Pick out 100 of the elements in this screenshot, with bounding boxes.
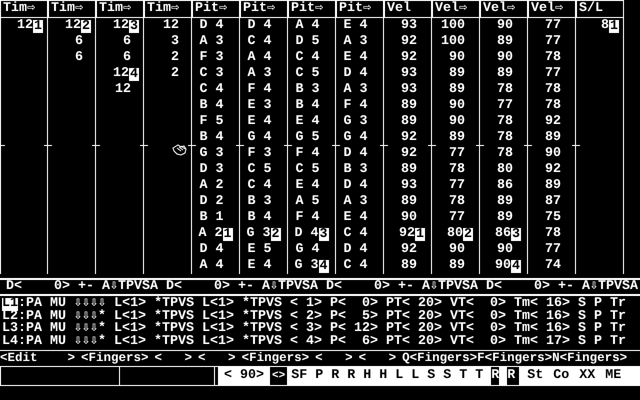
table-cell: 90 [449, 50, 465, 66]
table-cell: 89 [449, 82, 465, 98]
table-cell: 90 [497, 18, 513, 34]
table-cell: D 4 [344, 146, 368, 162]
menu-item[interactable]: < > [315, 351, 353, 364]
column-header[interactable]: Vel⇨ [480, 0, 528, 18]
table-cell: 89 [401, 258, 417, 274]
table-cell: A 4 [296, 18, 320, 34]
table-cell: 90 [545, 146, 561, 162]
table-cell: F 3 [200, 50, 224, 66]
table-cell: 89 [401, 194, 417, 210]
toggle-button[interactable]: <> [270, 367, 288, 385]
table-cell: 100 [441, 18, 465, 34]
table-cell: 90 [449, 114, 465, 130]
mode-button[interactable]: XX [579, 367, 596, 385]
menu-item[interactable]: <Fingers> [242, 351, 310, 364]
tempo-field[interactable]: < 90> [218, 367, 270, 385]
column-header[interactable]: S/L [576, 0, 624, 18]
table-cell: G 3 [344, 114, 368, 130]
mode-button[interactable]: St [527, 367, 544, 385]
column-header[interactable]: Tim⇨ [96, 0, 144, 18]
table-cell: 77 [545, 242, 561, 258]
table-cell: 74 [545, 258, 561, 274]
table-cell: 6 [75, 34, 83, 50]
table-cell: B 3 [296, 82, 320, 98]
mode-button[interactable]: Co [553, 367, 570, 385]
flag-toggle[interactable]: R [491, 367, 500, 385]
table-cell: E 3 [248, 98, 272, 114]
table-cell: 77 [545, 66, 561, 82]
layer-label[interactable]: L3 [2, 323, 18, 336]
table-cell: E 5 [248, 242, 272, 258]
hand-pointer-icon [172, 143, 188, 157]
marker-badge: 2 [270, 228, 280, 240]
column-header[interactable]: Tim⇨ [144, 0, 192, 18]
layer-label[interactable]: L4 [2, 336, 18, 348]
table-cell: 78 [449, 194, 465, 210]
table-cell: 90 [401, 210, 417, 226]
table-cell: 90 [449, 98, 465, 114]
table-cell: B 3 [344, 162, 368, 178]
table-cell: C 5 [296, 162, 320, 178]
marker-badge: 1 [222, 228, 232, 240]
table-cell: E 4 [296, 178, 320, 194]
channel-header: D< 0> +- A⇩TPVSA [485, 280, 639, 294]
table-cell: D 4 [294, 226, 318, 242]
column-header[interactable]: Tim⇨ [0, 0, 48, 18]
layer-label[interactable]: L1 [2, 298, 18, 310]
column-header[interactable]: Tim⇨ [48, 0, 96, 18]
table-cell: 77 [449, 146, 465, 162]
column-header[interactable]: Vel⇨ [432, 0, 480, 18]
channel-header: D< 0> +- A⇩TPVSA [165, 280, 319, 294]
channel-header: D< 0> +- A⇩TPVSA [5, 280, 159, 294]
table-cell: 89 [449, 258, 465, 274]
table-cell: 75 [545, 210, 561, 226]
marker-badge: 3 [511, 228, 521, 240]
menu-item[interactable]: N<Fingers> [552, 351, 628, 364]
marker-badge: 2 [81, 20, 91, 32]
menu-item[interactable]: F<Fingers> [477, 351, 552, 364]
table-cell: 89 [497, 194, 513, 210]
table-cell: 89 [497, 34, 513, 50]
menu-item[interactable]: <Edit > [0, 351, 76, 364]
table-cell: C 5 [248, 162, 272, 178]
column-header[interactable]: Pit⇨ [288, 0, 336, 18]
table-cell: E 4 [248, 258, 272, 274]
column-header[interactable]: Pit⇨ [192, 0, 240, 18]
table-cell: 89 [401, 114, 417, 130]
mode-button[interactable]: ME [605, 367, 622, 385]
table-cell: B 4 [200, 98, 224, 114]
table-cell: 92 [401, 146, 417, 162]
table-cell: 90 [497, 50, 513, 66]
table-cell: 100 [441, 34, 465, 50]
table-cell: 92 [399, 226, 415, 242]
column-header[interactable]: Vel [384, 0, 432, 18]
table-cell: E 4 [344, 18, 368, 34]
table-cell: 12 [115, 82, 131, 98]
menu-item[interactable]: < > [358, 351, 396, 364]
table-cell: A 5 [296, 194, 320, 210]
table-cell: 92 [545, 114, 561, 130]
menu-item[interactable]: Q<Fingers> [402, 351, 478, 364]
menu-item[interactable]: < > [154, 351, 192, 364]
flag-toggle[interactable]: R [507, 367, 516, 385]
menu-item[interactable]: <Fingers> [81, 351, 149, 364]
table-cell: A 3 [248, 66, 272, 82]
table-cell: D 4 [344, 242, 368, 258]
table-cell: A 3 [344, 34, 368, 50]
table-cell: 12 [113, 18, 129, 34]
table-cell: 92 [401, 34, 417, 50]
column-header[interactable]: Pit⇨ [336, 0, 384, 18]
table-cell: G 3 [294, 258, 318, 274]
column-header[interactable]: Vel⇨ [528, 0, 576, 18]
column-header[interactable]: Pit⇨ [240, 0, 288, 18]
table-cell: 93 [401, 82, 417, 98]
table-cell: 89 [497, 210, 513, 226]
table-cell: D 4 [200, 242, 224, 258]
table-cell: 6 [123, 34, 131, 50]
table-cell: F 4 [296, 146, 320, 162]
table-cell: 89 [545, 178, 561, 194]
marker-badge: 4 [511, 260, 521, 272]
table-cell: 90 [449, 242, 465, 258]
menu-item[interactable]: < > [198, 351, 236, 364]
table-cell: 89 [545, 130, 561, 146]
